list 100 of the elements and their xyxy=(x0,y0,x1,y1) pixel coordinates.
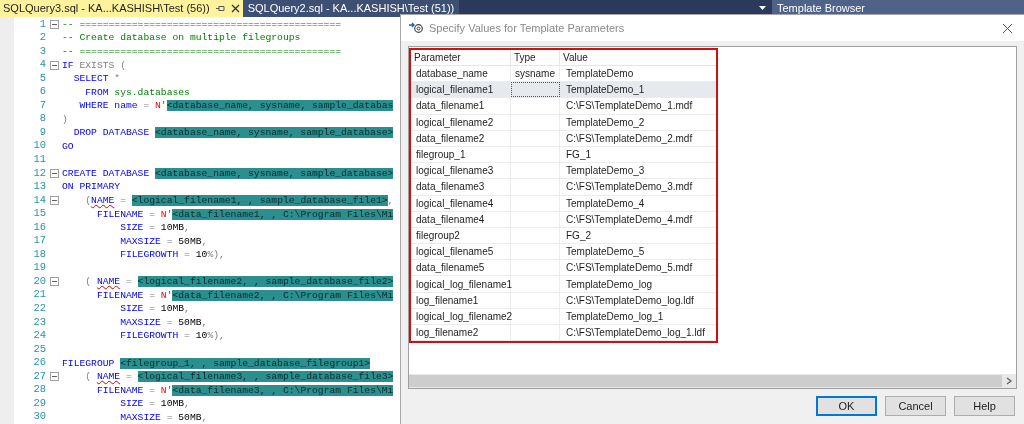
dialog-button[interactable]: OK xyxy=(816,396,877,416)
table-cell: log_filename1 xyxy=(411,292,511,308)
close-icon[interactable] xyxy=(230,3,240,13)
code-line: FILEGROWTH = 10%), xyxy=(119,248,225,262)
line-number: 17 xyxy=(32,233,46,249)
table-row[interactable]: logical_filename3 TemplateDemo_3 xyxy=(411,163,716,180)
table-cell-text: TemplateDemo_5 xyxy=(565,245,646,260)
line-number: 13 xyxy=(32,179,46,195)
table-cell: log_filename2 xyxy=(411,325,511,341)
code-line: SIZE = 10MB, xyxy=(119,221,190,235)
table-cell-text: C:\FS\TemplateDemo_3.mdf xyxy=(565,180,694,195)
code-line: FILENAME = N'<data_filename2, , C:\Program Files\Mi xyxy=(95,288,394,302)
code-line: WHERE name = N'<database_name, sysname, sample_databas xyxy=(78,99,394,113)
table-cell-text: sysname xyxy=(515,67,555,82)
code-line: DROP DATABASE <database_name, sysname, sample_database> xyxy=(72,126,394,140)
code-line: FILENAME = N'<data_filename3, , C:\Program Files\Mi xyxy=(95,383,394,397)
line-number: 14 xyxy=(32,192,46,208)
line-number: 26 xyxy=(32,355,46,371)
table-cell-text: C:\FS\TemplateDemo_4.mdf xyxy=(565,212,694,227)
collapse-icon[interactable] xyxy=(49,277,59,287)
table-cell: logical_log_filename1 xyxy=(411,276,511,292)
table-cell: logical_log_filename2 xyxy=(411,308,511,324)
table-cell-text: FG_1 xyxy=(565,148,592,163)
table-row[interactable]: logical_filename1 TemplateDemo_1 xyxy=(411,82,716,99)
code-line: MAXSIZE = 50MB, xyxy=(119,234,208,248)
table-row[interactable]: logical_log_filename1 TemplateDemo_log xyxy=(411,276,716,293)
collapse-icon[interactable] xyxy=(49,195,59,205)
table-row[interactable]: log_filename2 C:\FS\TemplateDemo_log_1.ldf xyxy=(411,325,716,342)
code-line: ) xyxy=(62,112,68,126)
table-cell: data_filename4 xyxy=(411,211,511,227)
line-number: 21 xyxy=(32,287,46,303)
table-row[interactable]: data_filename5 C:\FS\TemplateDemo_5.mdf xyxy=(411,260,716,277)
table-cell: logical_filename1 xyxy=(411,82,511,98)
horizontal-scrollbar[interactable] xyxy=(409,374,1016,388)
line-number: 18 xyxy=(32,246,46,262)
document-tab[interactable]: SQLQuery3.sql - KA...KASHISH\Test (56)) xyxy=(0,0,243,17)
line-number: 5 xyxy=(38,70,46,86)
table-row[interactable]: data_filename3 C:\FS\TemplateDemo_3.mdf xyxy=(411,179,716,196)
table-cell-text: TemplateDemo_4 xyxy=(565,196,646,211)
table-cell-text: C:\FS\TemplateDemo_log.ldf xyxy=(565,293,695,308)
table-cell: data_filename3 xyxy=(411,179,511,195)
code-line: IF EXISTS ( xyxy=(62,58,126,72)
code-line: (NAME = <logical_filename1, , sample_database_file1>, xyxy=(84,193,394,207)
table-row[interactable]: data_filename1 C:\FS\TemplateDemo_1.mdf xyxy=(411,98,716,115)
table-cell: data_filename2 xyxy=(411,130,511,146)
code-line: FROM sys.databases xyxy=(84,85,190,99)
code-line: SIZE = 10MB, xyxy=(119,397,190,411)
table-cell: logical_filename3 xyxy=(411,163,511,179)
table-cell: logical_filename2 xyxy=(411,114,511,130)
document-tab[interactable]: SQLQuery2.sql - KA...KASHISH\Test (51)) xyxy=(242,0,460,17)
close-icon[interactable] xyxy=(1002,22,1013,34)
line-number: 28 xyxy=(32,382,46,398)
line-number: 9 xyxy=(38,124,46,140)
dropdown-icon[interactable] xyxy=(759,6,766,11)
line-number: 3 xyxy=(38,43,46,59)
table-cell: filegroup_1 xyxy=(411,146,511,163)
code-line: -- ============================================= xyxy=(62,17,342,31)
table-cell: database_name xyxy=(411,66,511,82)
table-cell-text: C:\FS\TemplateDemo_2.mdf xyxy=(565,131,694,146)
line-number: 12 xyxy=(32,165,46,181)
column-header[interactable]: Parameter xyxy=(411,50,511,65)
table-cell-text: TemplateDemo_1 xyxy=(565,83,646,98)
collapse-icon[interactable] xyxy=(49,60,59,70)
code-line: FILEGROWTH = 10%), xyxy=(119,329,225,343)
table-row[interactable]: database_name sysname TemplateDemo xyxy=(411,66,716,83)
code-line: SIZE = 10MB, xyxy=(119,302,190,316)
code-line: GO xyxy=(62,139,74,153)
code-line: -- Create database on multiple filegroups xyxy=(62,31,301,45)
line-number: 1 xyxy=(38,16,46,32)
line-number: 10 xyxy=(32,138,46,154)
table-cell: logical_filename5 xyxy=(411,244,511,260)
dialog-button[interactable]: Help xyxy=(954,396,1015,416)
table-cell: data_filename1 xyxy=(411,98,511,114)
column-header[interactable]: Value xyxy=(560,50,716,65)
code-line: MAXSIZE = 50MB, xyxy=(119,410,208,424)
line-number: 19 xyxy=(32,260,46,276)
table-cell-text: TemplateDemo_3 xyxy=(565,164,646,179)
line-number: 27 xyxy=(32,368,46,384)
collapse-icon[interactable] xyxy=(49,372,59,382)
dialog-button[interactable]: Cancel xyxy=(885,396,946,416)
code-line: FILENAME = N'<data_filename1, , C:\Program Files\Mi xyxy=(95,207,394,221)
line-number: 15 xyxy=(32,206,46,222)
collapse-icon[interactable] xyxy=(49,19,59,29)
line-number: 11 xyxy=(32,151,46,167)
line-number: 23 xyxy=(32,314,46,330)
table-row[interactable]: logical_filename5 TemplateDemo_5 xyxy=(411,244,716,261)
line-number: 24 xyxy=(32,328,46,344)
code-line: MAXSIZE = 50MB, xyxy=(119,315,208,329)
pin-icon[interactable] xyxy=(215,4,225,12)
collapse-icon[interactable] xyxy=(49,168,59,178)
table-cell-text: TemplateDemo_log_1 xyxy=(565,309,665,324)
table-cell-text: C:\FS\TemplateDemo_1.mdf xyxy=(565,99,694,114)
dialog-title: Specify Values for Template Parameters xyxy=(429,20,625,36)
code-line: ON PRIMARY xyxy=(62,180,121,194)
table-cell-text: C:\FS\TemplateDemo_log_1.ldf xyxy=(565,326,706,341)
table-cell-text: TemplateDemo xyxy=(565,67,635,82)
table-cell: logical_filename4 xyxy=(411,195,511,211)
code-line: CREATE DATABASE <database_name, sysname, sample_database> xyxy=(62,166,394,180)
table-cell: filegroup2 xyxy=(411,227,511,244)
column-header[interactable]: Type xyxy=(511,50,560,65)
